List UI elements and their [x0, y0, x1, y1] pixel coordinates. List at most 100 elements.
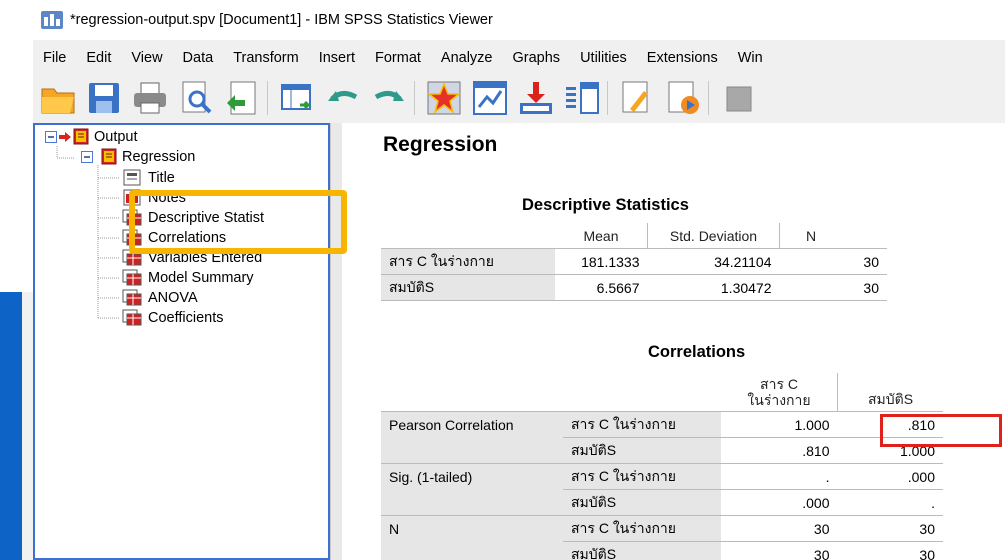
open-folder-icon[interactable] — [39, 79, 77, 117]
tree-label-output: Output — [94, 128, 138, 145]
column-header-line2: ในร่างกาย — [747, 392, 811, 408]
cell-value: 1.000 — [721, 411, 838, 438]
tree-node-model-summary[interactable]: Model Summary — [121, 269, 254, 286]
table-icon — [121, 289, 143, 306]
toolbar-separator — [267, 81, 268, 115]
save-icon[interactable] — [85, 79, 123, 117]
cell-sd: 1.30472 — [647, 274, 780, 301]
cell-value: . — [721, 463, 838, 490]
column-header: Std. Deviation — [647, 223, 780, 249]
title-page-icon — [121, 169, 143, 186]
column-header: สมบัติS — [837, 373, 943, 412]
cell-value: .810 — [721, 437, 838, 464]
tree-node-title[interactable]: Title — [121, 169, 175, 186]
variables-icon[interactable] — [563, 79, 601, 117]
row-var-label: สาร C ในร่างกาย — [563, 463, 721, 490]
column-header-line1: สาร C — [760, 376, 798, 392]
insert-text-icon[interactable] — [664, 79, 702, 117]
cell-sd: 34.21104 — [647, 248, 780, 275]
row-label: สาร C ในร่างกาย — [381, 248, 555, 275]
collapse-icon[interactable] — [81, 150, 93, 163]
tree-label-anova: ANOVA — [148, 289, 198, 306]
row-var-label: สมบัติS — [563, 489, 721, 516]
window-title: *regression-output.spv [Document1] - IBM… — [70, 12, 493, 28]
table-corner — [563, 373, 721, 412]
row-group-label: Pearson Correlation — [381, 411, 563, 438]
cell-value: 30 — [837, 541, 943, 560]
descriptive-statistics-table: Mean Std. Deviation N สาร C ในร่างกาย 18… — [381, 223, 887, 301]
tree-node-coefficients[interactable]: Coefficients — [121, 309, 224, 326]
table-row: สมบัติS 30 30 — [381, 541, 943, 560]
cell-n: 30 — [779, 248, 887, 275]
row-var-label: สาร C ในร่างกาย — [563, 411, 721, 438]
table-row: Pearson Correlation สาร C ในร่างกาย 1.00… — [381, 411, 943, 438]
background-window-edge — [0, 292, 22, 560]
table-row: สมบัติS .810 1.000 — [381, 437, 943, 464]
menu-format[interactable]: Format — [375, 50, 421, 66]
highlight-box-yellow — [129, 190, 347, 254]
menu-analyze[interactable]: Analyze — [441, 50, 493, 66]
correlations-title: Correlations — [648, 343, 746, 361]
menu-graphs[interactable]: Graphs — [513, 50, 561, 66]
redo-icon[interactable] — [370, 79, 408, 117]
tree-node-output[interactable]: Output — [45, 128, 138, 145]
tree-label-model-summary: Model Summary — [148, 269, 254, 286]
row-var-label: สมบัติS — [563, 437, 721, 464]
print-icon[interactable] — [131, 79, 169, 117]
outline-pane: Output Regression Title Notes Descriptiv… — [33, 123, 330, 560]
row-label: สมบัติS — [381, 274, 555, 301]
table-icon — [121, 309, 143, 326]
row-group-label: N — [381, 515, 563, 542]
table-row: สาร C ในร่างกาย 181.1333 34.21104 30 — [381, 248, 887, 275]
menu-transform[interactable]: Transform — [233, 50, 299, 66]
row-group-label: Sig. (1-tailed) — [381, 463, 563, 490]
column-header: N — [779, 223, 887, 249]
table-corner — [381, 373, 563, 412]
row-group-label — [381, 541, 563, 560]
cell-value: .000 — [837, 463, 943, 490]
table-row: สมบัติS .000 . — [381, 489, 943, 516]
menu-utilities[interactable]: Utilities — [580, 50, 627, 66]
spss-app-icon — [40, 8, 64, 32]
collapse-icon[interactable] — [45, 130, 57, 143]
arrow-icon — [59, 131, 71, 143]
table-corner — [381, 223, 555, 249]
export-icon[interactable] — [223, 79, 261, 117]
menu-window[interactable]: Win — [738, 50, 763, 66]
row-var-label: สมบัติS — [563, 541, 721, 560]
gray-tool-icon[interactable] — [719, 79, 757, 117]
tree-node-anova[interactable]: ANOVA — [121, 289, 198, 306]
edit-icon[interactable] — [618, 79, 656, 117]
menu-data[interactable]: Data — [183, 50, 214, 66]
menu-edit[interactable]: Edit — [86, 50, 111, 66]
undo-icon[interactable] — [324, 79, 362, 117]
goto-data-icon[interactable] — [278, 79, 316, 117]
tree-node-regression[interactable]: Regression — [81, 148, 195, 165]
designate-window-icon[interactable] — [517, 79, 555, 117]
cell-mean: 181.1333 — [555, 248, 648, 275]
table-row: สมบัติS 6.5667 1.30472 30 — [381, 274, 887, 301]
spss-viewer-window: *regression-output.spv [Document1] - IBM… — [33, 0, 1005, 560]
menu-extensions[interactable]: Extensions — [647, 50, 718, 66]
menu-insert[interactable]: Insert — [319, 50, 355, 66]
menu-view[interactable]: View — [131, 50, 162, 66]
output-content-pane: Regression Descriptive Statistics Mean S… — [342, 123, 1005, 560]
print-preview-icon[interactable] — [177, 79, 215, 117]
cell-value: . — [837, 489, 943, 516]
menu-file[interactable]: File — [43, 50, 66, 66]
book-icon — [101, 148, 117, 165]
row-group-label — [381, 437, 563, 464]
toolbar-separator — [708, 81, 709, 115]
toolbar — [33, 73, 1005, 123]
output-heading: Regression — [383, 133, 498, 156]
cell-value: .000 — [721, 489, 838, 516]
menu-bar: File Edit View Data Transform Insert For… — [33, 45, 1005, 71]
row-var-label: สาร C ในร่างกาย — [563, 515, 721, 542]
chart-editor-icon[interactable] — [471, 79, 509, 117]
highlight-box-red — [880, 414, 1002, 447]
tree-label-coefficients: Coefficients — [148, 309, 224, 326]
table-row: Sig. (1-tailed) สาร C ในร่างกาย . .000 — [381, 463, 943, 490]
toolbar-separator — [607, 81, 608, 115]
cell-n: 30 — [779, 274, 887, 301]
star-icon[interactable] — [425, 79, 463, 117]
